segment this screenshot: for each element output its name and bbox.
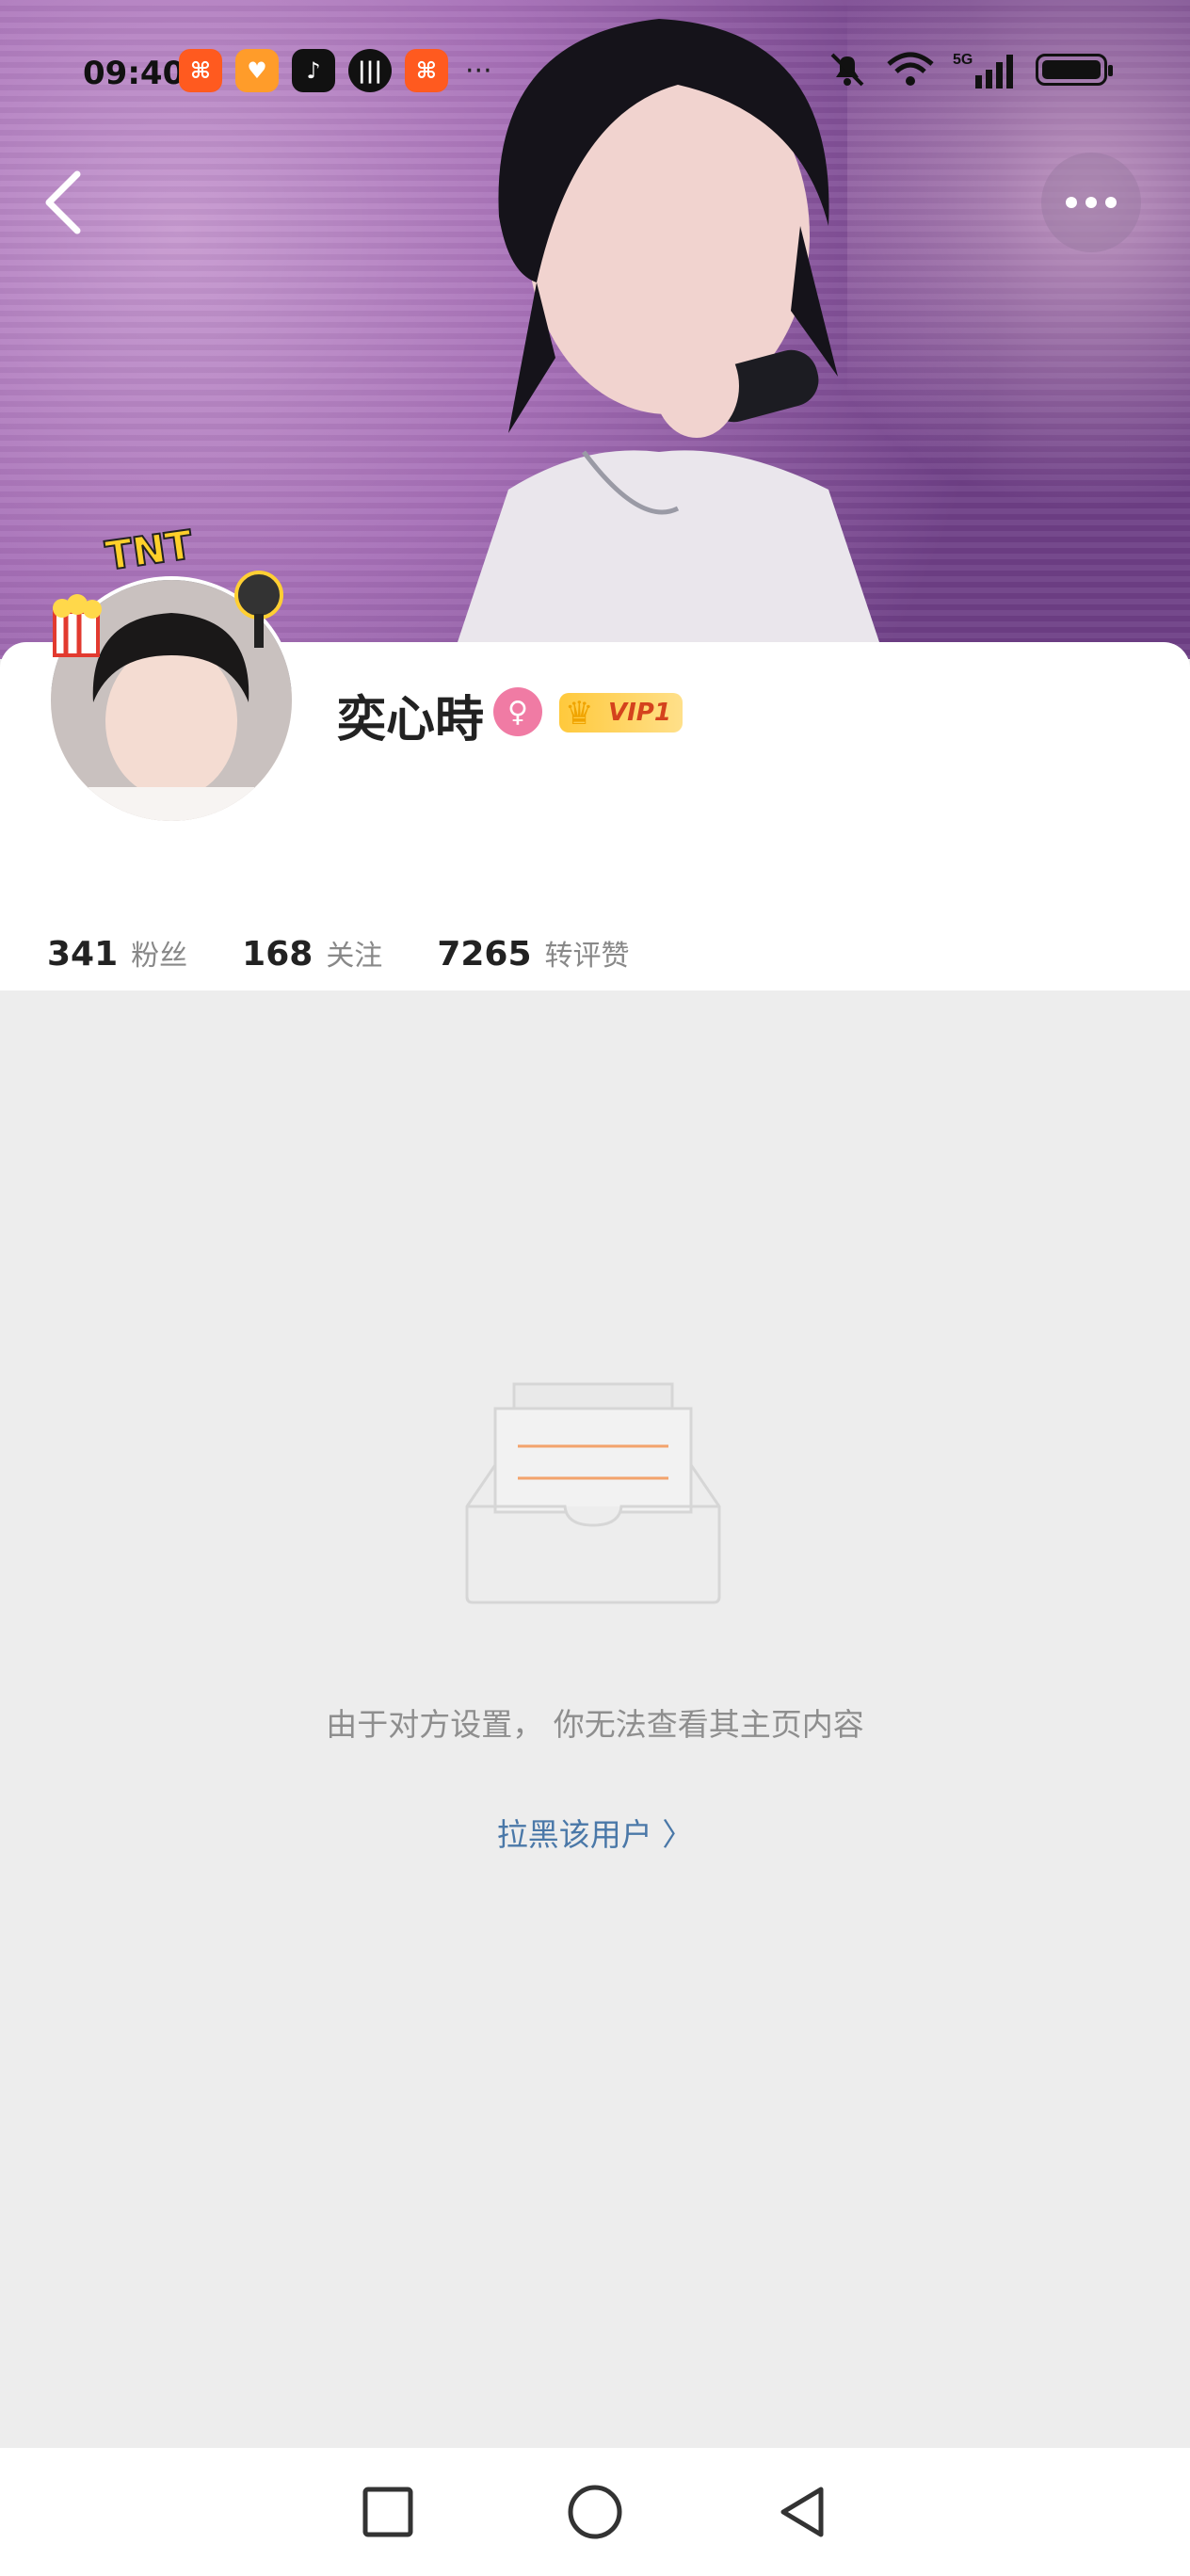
triangle-back-icon [780, 2487, 824, 2537]
popcorn-sticker-icon [53, 594, 102, 657]
stat-interactions[interactable]: 7265 转评赞 [437, 932, 629, 974]
status-time: 09:40 [83, 55, 185, 92]
stat-label: 粉丝 [131, 940, 188, 973]
more-options-button[interactable] [1041, 153, 1141, 252]
system-navigation-bar [0, 2448, 1190, 2576]
home-button[interactable] [567, 2484, 623, 2540]
heart-app-icon: ♥ [235, 49, 279, 92]
status-app-icons: ⌘ ♥ ♪ ||| ⌘ ··· [179, 49, 492, 92]
kuaishou-app-icon: ⌘ [405, 49, 448, 92]
mute-bell-icon [830, 53, 864, 87]
vip-label: VIP1 [608, 699, 671, 727]
svg-text:5G: 5G [953, 52, 973, 68]
avatar-container[interactable]: TNT [41, 521, 305, 825]
avatar-badge-text: TNT [102, 521, 196, 580]
stat-value: 168 [242, 935, 314, 974]
square-icon [362, 2487, 413, 2537]
status-bar: 09:40 ⌘ ♥ ♪ ||| ⌘ ··· 5G [0, 0, 1190, 151]
more-dot-icon [1085, 197, 1097, 208]
stat-fans[interactable]: 341 粉丝 [47, 932, 187, 974]
lightstick-sticker-icon [234, 571, 283, 648]
wifi-icon [887, 52, 934, 86]
stat-label: 关注 [326, 940, 383, 973]
block-user-link[interactable]: 拉黑该用户 〉 [0, 1810, 1190, 1855]
stat-value: 7265 [437, 935, 532, 974]
cellular-signal-icon: 5G [953, 52, 1013, 89]
chevron-left-icon [45, 170, 81, 234]
vip-badge[interactable]: ♛ VIP1 [559, 693, 683, 733]
system-back-button[interactable] [774, 2484, 830, 2540]
stat-following[interactable]: 168 关注 [242, 932, 382, 974]
recent-apps-button[interactable] [360, 2484, 416, 2540]
status-indicators: 5G [827, 49, 1113, 90]
restricted-message: 由于对方设置， 你无法查看其主页内容 [326, 1706, 864, 1743]
profile-stats: 341 粉丝 168 关注 7265 转评赞 [47, 932, 684, 974]
audio-app-icon: ||| [348, 49, 392, 92]
status-more-icon: ··· [465, 54, 492, 88]
more-dot-icon [1066, 197, 1077, 208]
kuaishou-app-icon: ⌘ [179, 49, 222, 92]
username: 奕心時 [337, 692, 485, 749]
back-button[interactable] [38, 165, 94, 240]
female-gender-icon: ♀ [493, 687, 542, 736]
stat-value: 341 [47, 935, 119, 974]
tiktok-app-icon: ♪ [292, 49, 335, 92]
crown-icon: ♛ [565, 695, 594, 733]
stat-label: 转评赞 [544, 940, 630, 973]
more-dot-icon [1105, 197, 1117, 208]
battery-icon [1036, 54, 1113, 86]
empty-inbox-icon [465, 1382, 721, 1604]
circle-icon [568, 2485, 622, 2539]
